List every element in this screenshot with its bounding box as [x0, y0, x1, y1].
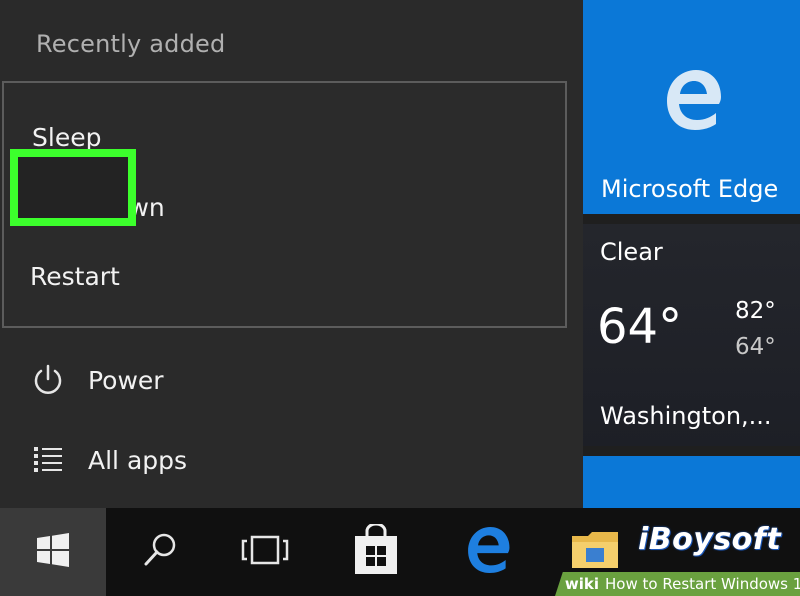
edge-icon — [465, 527, 511, 577]
all-apps-label: All apps — [88, 445, 188, 475]
edge-taskbar-button[interactable] — [448, 508, 528, 596]
list-icon — [30, 440, 76, 480]
wiki-caption-text: How to Restart Windows 10 — [605, 575, 800, 593]
task-view-button[interactable] — [225, 508, 305, 596]
recently-added-label: Recently added — [36, 30, 226, 58]
weather-tile[interactable]: Clear 64° 82° 64° Washington,... — [583, 224, 800, 446]
all-apps-button[interactable]: All apps — [30, 440, 187, 480]
weather-temperature: 64° — [597, 299, 683, 355]
power-icon — [30, 360, 76, 400]
wikihow-caption-bar: wiki How to Restart Windows 10 — [555, 572, 800, 596]
store-icon — [352, 522, 400, 580]
windows-icon — [35, 532, 71, 572]
edge-tile-label: Microsoft Edge — [601, 175, 779, 203]
weather-condition: Clear — [600, 238, 663, 266]
restart-option[interactable]: Restart — [30, 262, 120, 291]
start-button[interactable] — [0, 508, 106, 596]
file-explorer-icon — [570, 528, 620, 576]
sleep-option[interactable]: Sleep — [32, 123, 101, 152]
wiki-prefix: wiki — [564, 575, 600, 593]
microsoft-edge-tile[interactable]: Microsoft Edge — [583, 0, 800, 214]
iboysoft-watermark: iBoysoft — [638, 522, 782, 557]
start-menu-left: Recently added Sleep Shut down Restart P… — [0, 0, 583, 508]
power-label: Power — [88, 365, 164, 395]
weather-low: 64° — [735, 334, 776, 360]
blue-tile[interactable] — [583, 456, 800, 508]
store-button[interactable] — [336, 508, 416, 596]
power-button[interactable]: Power — [30, 360, 164, 400]
task-view-icon — [240, 533, 290, 571]
edge-logo-icon — [663, 70, 723, 134]
wikihow-caption: wiki How to Restart Windows 10 — [565, 575, 800, 593]
weather-high: 82° — [735, 298, 776, 324]
search-button[interactable] — [120, 508, 200, 596]
restart-highlight-box — [10, 149, 136, 226]
search-icon — [140, 530, 180, 574]
weather-location: Washington,... — [600, 402, 772, 430]
